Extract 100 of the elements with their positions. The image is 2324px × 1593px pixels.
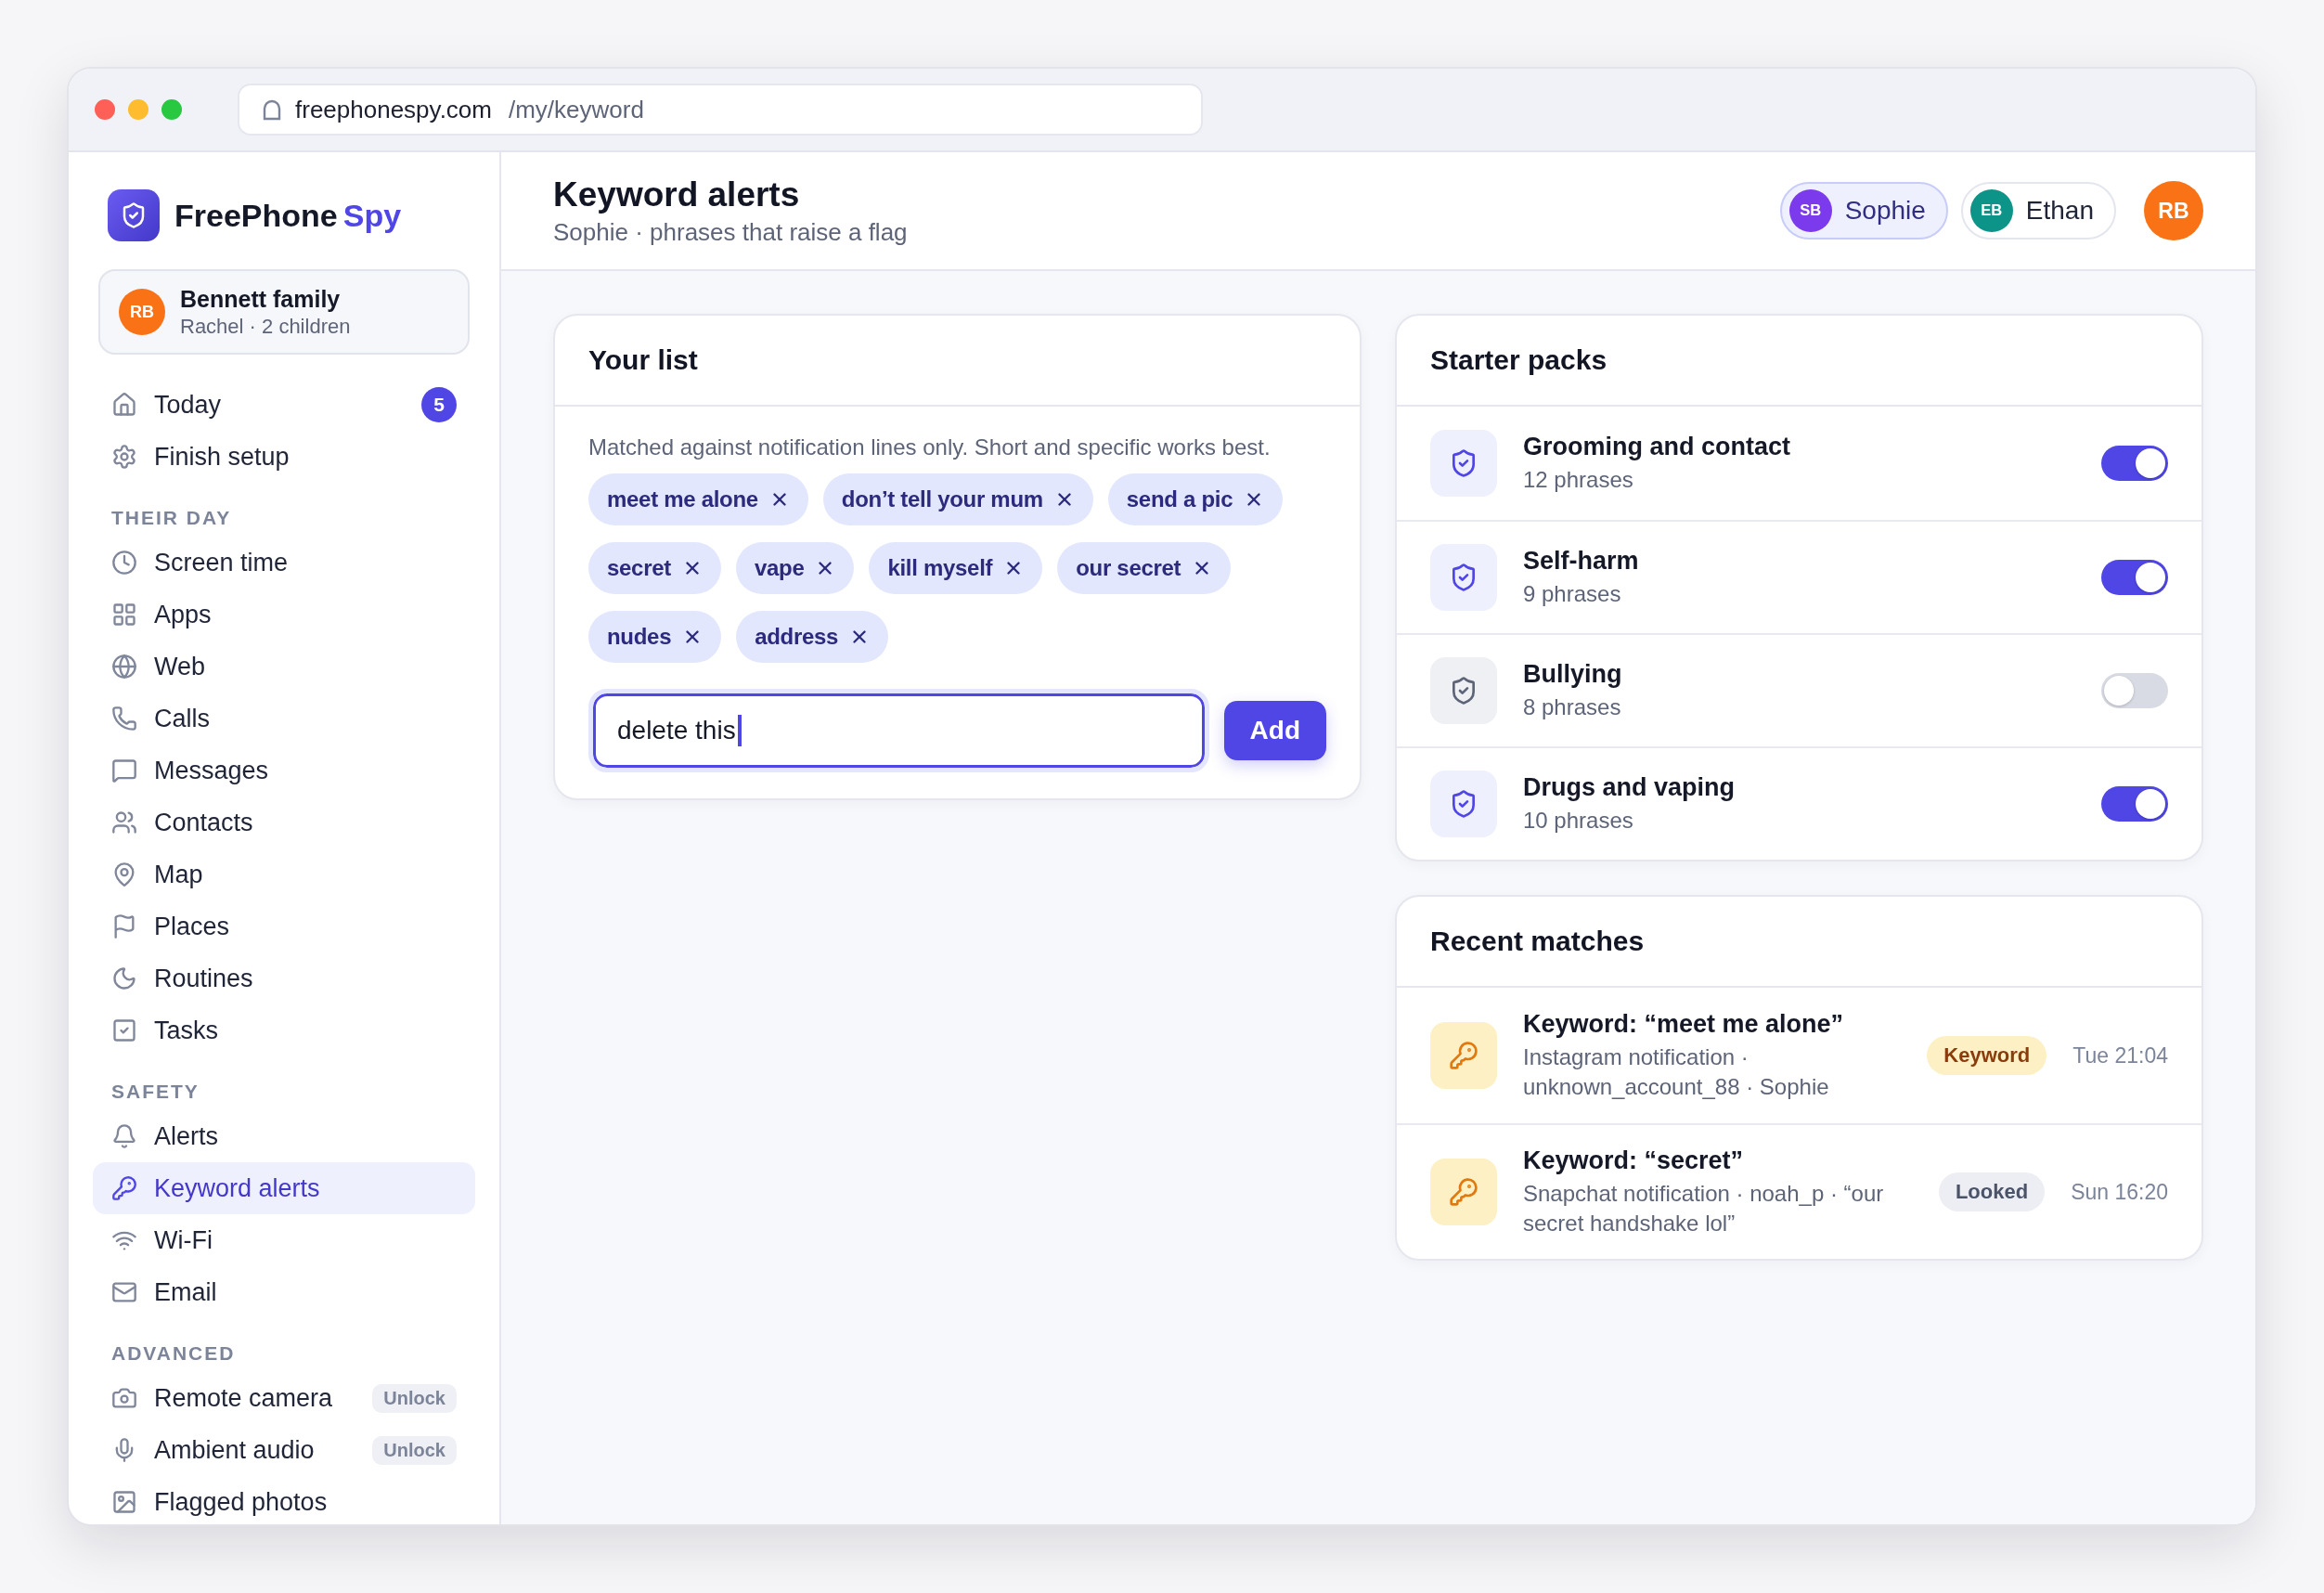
checkbox-icon [111,1017,137,1043]
keyword-text: secret [607,555,671,581]
key-icon [1430,1022,1497,1089]
keyword-text: don’t tell your mum [841,486,1043,512]
clock-icon [111,550,137,576]
toggle-switch[interactable] [2101,446,2168,481]
nav-label: Screen time [154,548,290,577]
nav-item[interactable]: Flagged photos [93,1476,475,1524]
home-icon [111,392,137,418]
url-domain: freephonespy.com [295,95,492,124]
nav-item[interactable]: Tasks [93,1004,475,1056]
hint-text: Matched against notification lines only. Short and specific works best. [588,434,1272,460]
nav-item[interactable]: Screen time [93,537,475,589]
nav-label: Email [154,1277,218,1307]
nav-item[interactable]: Web [93,641,475,693]
match-time: Sun 16:20 [2071,1179,2168,1205]
nav-item[interactable]: Alerts [93,1110,475,1162]
nav-item[interactable]: Routines [93,952,475,1004]
nav-label: Apps [154,600,213,629]
section-heading: THEIR DAY [110,506,233,530]
nav-label: Contacts [154,808,254,837]
nav-label: Finish setup [154,442,290,472]
nav-item[interactable]: Calls [93,693,475,745]
nav-label: Flagged photos [154,1487,329,1517]
account-name: Bennett family [180,285,342,313]
close-button[interactable] [95,99,115,120]
page-title: Keyword alerts [553,175,801,214]
nav-item[interactable]: Places [93,900,475,952]
keyword-text: kill myself [887,555,993,581]
pack-name: Grooming and contact [1523,432,1791,461]
lock-icon [262,98,282,121]
key-icon [111,1175,137,1201]
nav-label: Remote camera [154,1383,334,1413]
nav-item[interactable]: Keyword alerts [93,1162,475,1214]
card-title: Your list [555,316,1360,407]
address-bar[interactable]: freephonespy.com /my/keyword [238,84,1203,136]
match-detail: Instagram notification · unknown_account_88 · Sophie [1523,1043,1830,1101]
nav-item[interactable]: Contacts [93,796,475,848]
unlock-tag: Unlock [372,1435,457,1465]
nav-label: Ambient audio [154,1435,316,1465]
account-detail: Rachel · 2 children [180,314,351,339]
nav-item[interactable]: Remote camera Unlock [93,1372,475,1424]
nav-item[interactable]: Finish setup [93,431,475,483]
nav-item[interactable]: Map [93,848,475,900]
match-time: Tue 21:04 [2072,1043,2168,1068]
match-detail: Snapchat notification · noah_p · “our secret handshake lol” [1523,1180,1885,1237]
keyword-text: our secret [1076,555,1181,581]
keyword-text: vape [754,555,805,581]
keyword-input[interactable]: delete this [588,689,1209,772]
pack-count: 12 phrases [1523,465,1634,494]
pack-name: Drugs and vaping [1523,772,1737,802]
section-heading: ADVANCED [110,1341,237,1366]
card-title: Recent matches [1397,897,2201,988]
pack-name: Bullying [1523,659,1623,689]
grid-icon [111,602,137,628]
nav-label: Map [154,860,204,889]
nav-item[interactable]: Messages [93,745,475,796]
nav-label: Wi-Fi [154,1225,213,1255]
toggle-switch[interactable] [2101,673,2168,708]
nav-item[interactable]: Today 5 [93,379,475,431]
section-heading: SAFETY [110,1080,200,1104]
nav-label: Places [154,912,231,941]
phone-icon [111,706,137,732]
nav-label: Today [154,390,223,420]
child-avatar: EB [1969,189,2013,232]
avatar: RB [119,289,165,335]
add-button[interactable]: Add [1223,701,1326,760]
pack-count: 9 phrases [1523,579,1622,608]
page-subtitle: Sophie · phrases that raise a flag [553,217,909,247]
moon-icon [111,965,137,991]
toggle-switch[interactable] [2101,560,2168,595]
match-title: Keyword: “meet me alone” [1523,1010,1845,1040]
nav-item[interactable]: Ambient audio Unlock [93,1424,475,1476]
status-tag: Keyword [1927,1036,2047,1075]
child-chip[interactable]: SB Sophie [1779,182,1948,240]
bell-icon [111,1123,137,1149]
brand-name: FreePhone [174,197,338,233]
nav-label: Tasks [154,1016,220,1045]
count-badge: 5 [421,387,457,422]
pack-name: Self-harm [1523,546,1640,576]
pack-count: 10 phrases [1523,806,1634,835]
nav-label: Calls [154,704,211,733]
people-icon [111,809,137,835]
globe-icon [111,654,137,680]
nav-label: Routines [154,964,254,993]
match-title: Keyword: “secret” [1523,1146,1745,1176]
account-card[interactable]: RB Bennett family Rachel · 2 children [98,269,470,355]
nav-item[interactable]: Email [93,1266,475,1318]
toggle-switch[interactable] [2101,786,2168,822]
nav-item[interactable]: Apps [93,589,475,641]
keyword-text: address [755,624,839,650]
status-tag: Looked [1938,1172,2046,1211]
url-path: /my/keyword [509,95,644,124]
child-chip[interactable]: EB Ethan [1960,182,2116,240]
unlock-tag: Unlock [372,1383,457,1413]
nav-label: Web [154,652,207,681]
image-icon [111,1489,137,1515]
nav-item[interactable]: Wi-Fi [93,1214,475,1266]
nav-label: Keyword alerts [154,1173,321,1203]
shield-logo-icon [108,189,160,241]
